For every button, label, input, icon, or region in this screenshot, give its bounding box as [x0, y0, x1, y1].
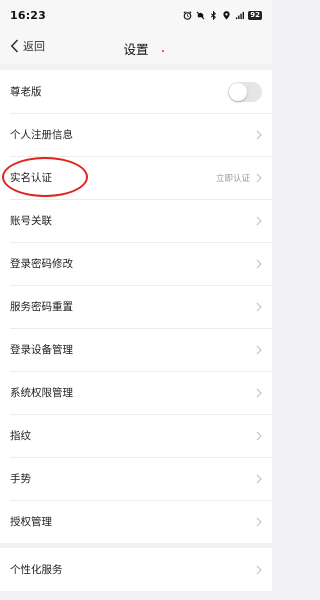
row-account-link[interactable]: 账号关联	[0, 199, 272, 242]
status-bar: 16:23 92	[0, 0, 272, 30]
title-dot	[162, 50, 164, 52]
row-label: 服务密码重置	[10, 301, 73, 313]
battery-indicator: 92	[248, 10, 262, 20]
row-label: 尊老版	[10, 86, 42, 98]
chevron-right-icon	[256, 345, 262, 355]
chevron-right-icon	[256, 565, 262, 575]
row-label: 手势	[10, 473, 31, 485]
row-login-password[interactable]: 登录密码修改	[0, 242, 272, 285]
mute-icon	[196, 11, 205, 20]
chevron-right-icon	[256, 388, 262, 398]
row-elder-mode: 尊老版	[0, 70, 272, 113]
chevron-right-icon	[256, 431, 262, 441]
status-icons: 92	[183, 10, 262, 20]
settings-group: 尊老版 个人注册信息 实名认证 立即认证 账号关联 登录密码修改 服务密码重置 …	[0, 70, 272, 543]
row-real-name-auth[interactable]: 实名认证 立即认证	[0, 156, 272, 199]
signal-icon	[235, 11, 245, 20]
row-personalized-service[interactable]: 个性化服务	[0, 548, 272, 591]
row-label: 指纹	[10, 430, 31, 442]
chevron-right-icon	[256, 259, 262, 269]
row-label: 实名认证	[10, 172, 52, 184]
row-device-management[interactable]: 登录设备管理	[0, 328, 272, 371]
row-label: 个人注册信息	[10, 129, 73, 141]
row-authorization[interactable]: 授权管理	[0, 500, 272, 543]
bluetooth-icon	[209, 10, 218, 20]
row-label: 登录设备管理	[10, 344, 73, 356]
page-title: 设置	[123, 42, 149, 57]
row-personal-info[interactable]: 个人注册信息	[0, 113, 272, 156]
chevron-right-icon	[256, 517, 262, 527]
row-label: 个性化服务	[10, 564, 63, 576]
chevron-right-icon	[256, 474, 262, 484]
elder-mode-toggle[interactable]	[228, 81, 262, 102]
chevron-right-icon	[256, 130, 262, 140]
status-time: 16:23	[10, 8, 47, 22]
row-label: 授权管理	[10, 516, 52, 528]
row-system-permissions[interactable]: 系统权限管理	[0, 371, 272, 414]
chevron-right-icon	[256, 216, 262, 226]
toggle-knob	[229, 82, 247, 101]
chevron-right-icon	[256, 302, 262, 312]
nav-bar: 返回 设置	[0, 30, 272, 64]
row-label: 登录密码修改	[10, 258, 73, 270]
location-icon	[222, 10, 231, 20]
chevron-right-icon	[256, 173, 262, 183]
row-service-password[interactable]: 服务密码重置	[0, 285, 272, 328]
row-value: 立即认证	[215, 173, 250, 184]
row-fingerprint[interactable]: 指纹	[0, 414, 272, 457]
row-label: 账号关联	[10, 215, 52, 227]
row-gesture[interactable]: 手势	[0, 457, 272, 500]
personalized-group: 个性化服务	[0, 548, 272, 591]
alarm-icon	[183, 10, 192, 20]
row-label: 系统权限管理	[10, 387, 73, 399]
